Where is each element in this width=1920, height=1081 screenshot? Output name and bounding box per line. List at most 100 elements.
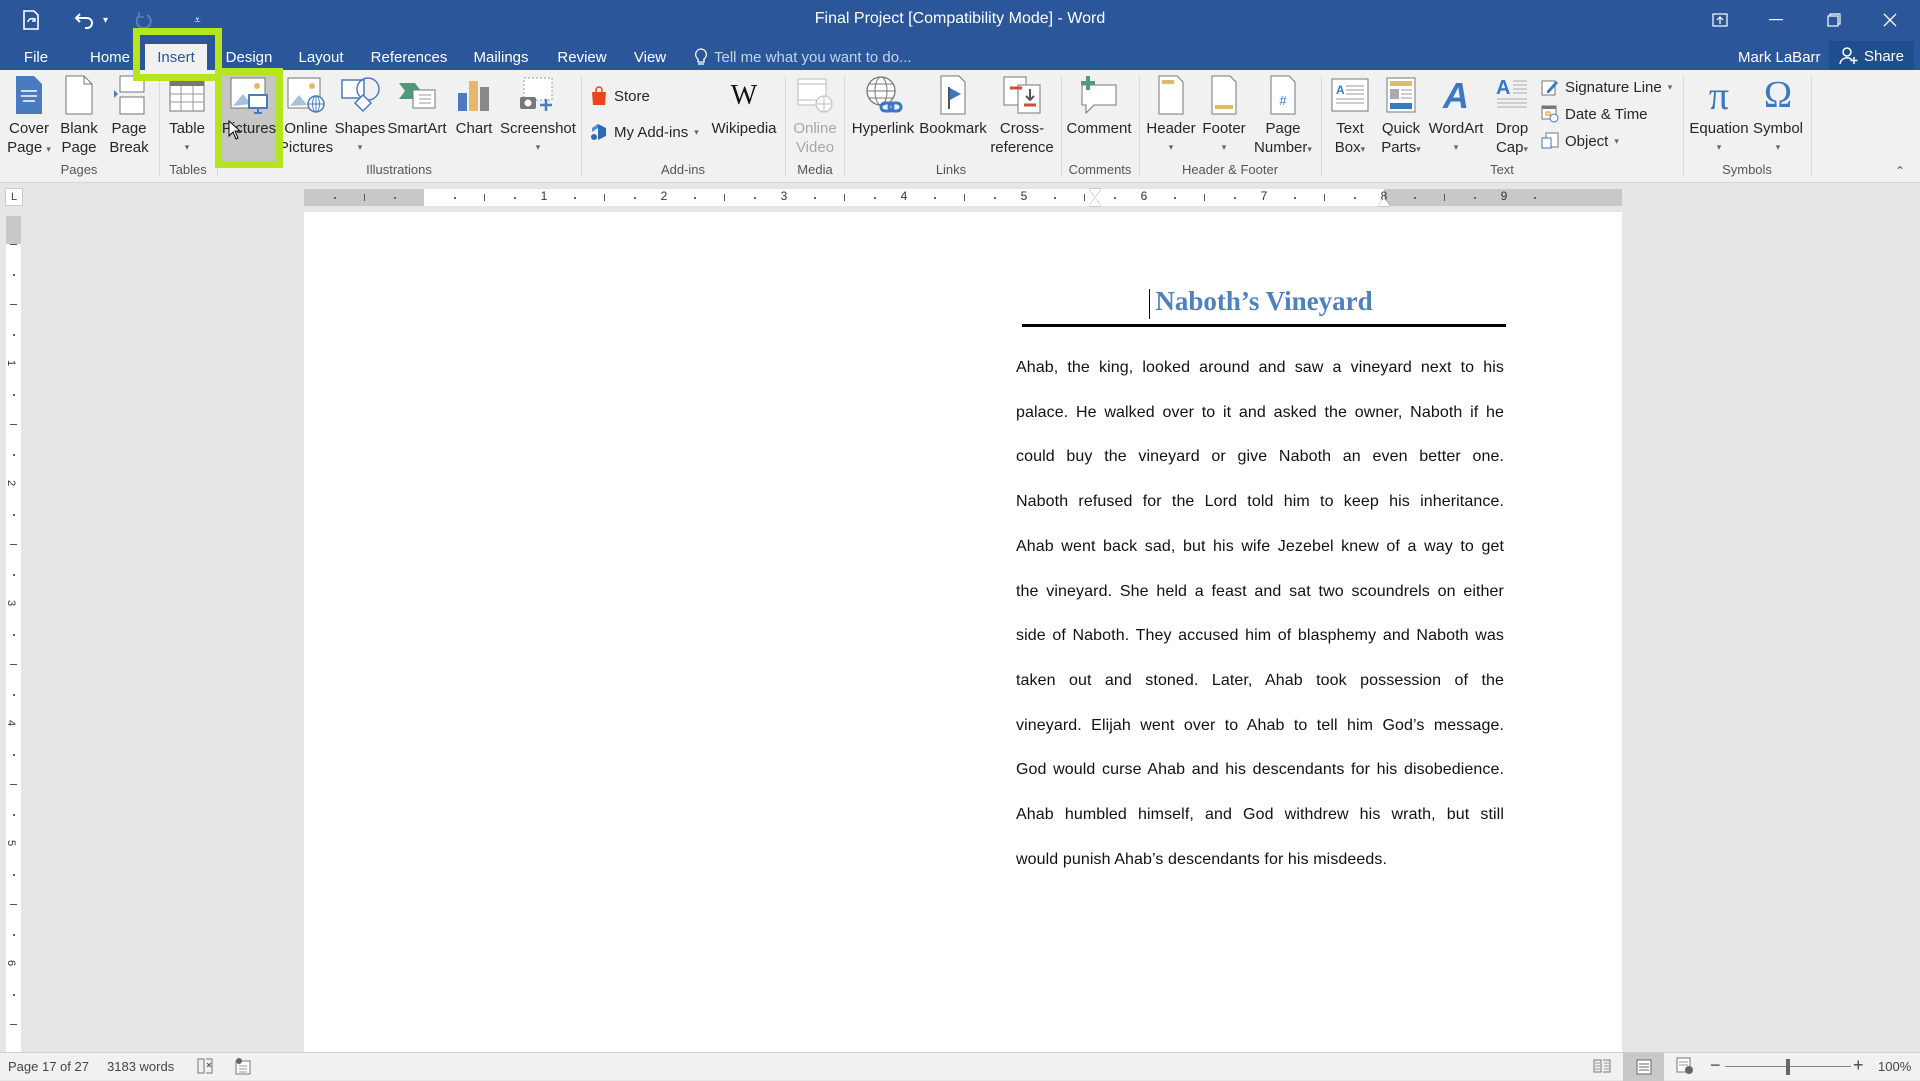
print-layout-icon	[1636, 1059, 1652, 1075]
ruler-tick	[514, 197, 516, 199]
body-text-line[interactable]: would punish Ahab’s descendants for his …	[1016, 851, 1504, 869]
tab-design[interactable]: Design	[218, 44, 280, 70]
online-video-button[interactable]: Online Video	[790, 74, 840, 157]
zoom-slider-thumb[interactable]	[1786, 1059, 1790, 1075]
horizontal-ruler[interactable]: 123456789	[304, 189, 1622, 206]
text-cursor	[1149, 289, 1150, 319]
text-box-button[interactable]: A Text Box▾	[1326, 74, 1374, 159]
hyperlink-button[interactable]: Hyperlink	[848, 74, 918, 138]
ruler-tick	[1174, 197, 1176, 199]
comment-button[interactable]: Comment	[1064, 74, 1134, 138]
header-button[interactable]: Header ▾	[1143, 74, 1199, 157]
wikipedia-button[interactable]: W Wikipedia	[708, 74, 780, 138]
hanging-indent-marker[interactable]	[1089, 198, 1101, 206]
read-mode-icon[interactable]	[1593, 1057, 1611, 1078]
quick-parts-button[interactable]: Quick Parts▾	[1376, 74, 1426, 159]
equation-button[interactable]: π Equation ▾	[1688, 74, 1750, 157]
screenshot-button[interactable]: Screenshot ▾	[500, 74, 576, 157]
omega-symbol-icon: Ω	[1763, 73, 1793, 116]
tab-layout[interactable]: Layout	[290, 44, 352, 70]
table-icon	[166, 74, 208, 116]
ribbon-display-options-icon[interactable]	[1692, 4, 1748, 36]
tab-references[interactable]: References	[364, 44, 454, 70]
date-time-button[interactable]: Date & Time	[1541, 105, 1648, 123]
cover-page-button[interactable]: Cover Page ▾	[6, 74, 52, 159]
shapes-button[interactable]: Shapes ▾	[334, 74, 386, 157]
store-button[interactable]: Store	[590, 86, 650, 106]
my-addins-button[interactable]: My Add-ins ▾	[590, 123, 699, 141]
drop-cap-button[interactable]: A Drop Cap▾	[1488, 74, 1536, 159]
page-break-button[interactable]: Page Break	[106, 74, 152, 157]
tab-insert[interactable]: Insert	[145, 44, 207, 70]
chart-button[interactable]: Chart	[450, 74, 498, 138]
zoom-in-button[interactable]: +	[1853, 1055, 1864, 1076]
screenshot-icon	[517, 74, 559, 116]
print-layout-button[interactable]	[1623, 1053, 1664, 1081]
tab-file[interactable]: File	[14, 44, 58, 70]
table-button[interactable]: Table ▾	[163, 74, 211, 157]
restore-icon[interactable]	[1806, 4, 1862, 36]
document-heading[interactable]: Naboth’s Vineyard	[1022, 286, 1506, 317]
tab-stop-selector[interactable]: L	[5, 188, 23, 206]
tab-home[interactable]: Home	[80, 44, 140, 70]
zoom-level[interactable]: 100%	[1878, 1059, 1911, 1074]
zoom-out-button[interactable]: −	[1710, 1055, 1721, 1076]
smartart-button[interactable]: SmartArt	[387, 74, 447, 138]
page-number-button[interactable]: # Page Number▾	[1252, 74, 1314, 159]
body-text-line[interactable]: Naboth refused for the Lord told him to …	[1016, 493, 1504, 511]
group-separator	[1139, 76, 1140, 176]
body-text-line[interactable]: side of Naboth. They accused him of blas…	[1016, 627, 1504, 645]
body-text-line[interactable]: Ahab, the king, looked around and saw a …	[1016, 359, 1504, 377]
first-line-indent-marker[interactable]	[1089, 189, 1101, 197]
bookmark-button[interactable]: Bookmark	[918, 74, 988, 138]
ruler-label: 7	[1260, 189, 1268, 203]
ruler-tick	[1294, 197, 1296, 199]
blank-page-button[interactable]: Blank Page	[56, 74, 102, 157]
svg-text:#: #	[1279, 93, 1287, 108]
minimize-icon[interactable]	[1748, 4, 1804, 36]
ruler-tick	[1324, 194, 1325, 201]
signature-line-button[interactable]: Signature Line ▾	[1541, 78, 1672, 96]
word-count[interactable]: 3183 words	[107, 1059, 174, 1074]
page-number-icon: #	[1262, 74, 1304, 116]
ruler-tick	[1084, 194, 1085, 201]
online-pictures-button[interactable]: Online Pictures	[279, 74, 333, 157]
proofing-icon[interactable]	[196, 1057, 214, 1078]
page-count[interactable]: Page 17 of 27	[8, 1059, 89, 1074]
share-label: Share	[1863, 47, 1905, 65]
object-button[interactable]: Object ▾	[1541, 132, 1619, 150]
footer-button[interactable]: Footer ▾	[1196, 74, 1252, 157]
body-text-line[interactable]: could buy the vineyard or give Naboth an…	[1016, 448, 1504, 466]
body-text-line[interactable]: palace. He walked over to it and asked t…	[1016, 404, 1504, 422]
group-separator	[1321, 76, 1322, 176]
ruler-tick	[994, 197, 996, 199]
wordart-button[interactable]: A WordArt ▾	[1426, 74, 1486, 157]
group-label-text: Text	[1490, 162, 1514, 177]
page-break-icon	[108, 74, 150, 116]
share-button[interactable]: Share	[1829, 41, 1914, 71]
tab-view[interactable]: View	[624, 44, 676, 70]
web-layout-icon[interactable]	[1676, 1057, 1694, 1078]
body-text-line[interactable]: Ahab went back sad, but his wife Jezebel…	[1016, 538, 1504, 556]
cross-reference-button[interactable]: Cross- reference	[990, 74, 1054, 157]
macro-record-icon[interactable]	[234, 1057, 252, 1078]
ruler-tick	[1414, 197, 1416, 199]
body-text-line[interactable]: taken out and stoned. Later, Ahab took p…	[1016, 672, 1504, 690]
close-icon[interactable]	[1862, 4, 1918, 36]
tab-review[interactable]: Review	[550, 44, 614, 70]
ruler-tick	[13, 634, 15, 636]
window-title: Final Project [Compatibility Mode] - Wor…	[814, 10, 1106, 27]
symbol-button[interactable]: Ω Symbol ▾	[1752, 74, 1804, 157]
tab-mailings[interactable]: Mailings	[464, 44, 538, 70]
user-name[interactable]: Mark LaBarr	[1738, 44, 1821, 70]
right-indent-marker[interactable]	[1378, 198, 1390, 206]
body-text-line[interactable]: the vineyard. She held a feast and sat t…	[1016, 583, 1504, 601]
collapse-ribbon-icon[interactable]: ⌃	[1895, 164, 1905, 178]
tell-me-search[interactable]: Tell me what you want to do...	[694, 44, 912, 70]
vertical-ruler[interactable]: 1 2 3 4 5 6	[5, 216, 21, 1052]
tell-me-placeholder: Tell me what you want to do...	[714, 48, 912, 66]
body-text-line[interactable]: vineyard. Elijah went over to Ahab to te…	[1016, 717, 1504, 735]
body-text-line[interactable]: Ahab humbled himself, and God withdrew h…	[1016, 806, 1504, 824]
ruler-tick	[724, 194, 725, 201]
body-text-line[interactable]: God would curse Ahab and his descendants…	[1016, 761, 1504, 779]
